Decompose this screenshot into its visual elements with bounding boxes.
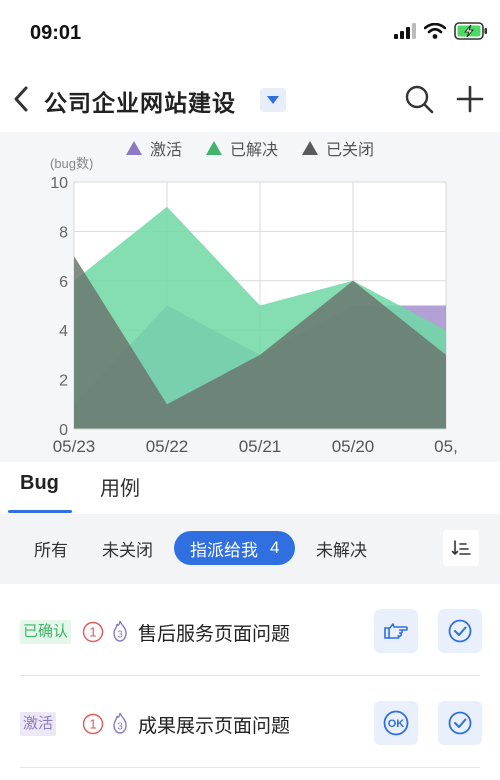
- tab-bug[interactable]: Bug: [20, 472, 59, 495]
- svg-text:1: 1: [89, 625, 96, 640]
- filter-assigned-to-me[interactable]: 指派给我 4: [174, 531, 296, 565]
- filter-all[interactable]: 所有: [34, 536, 68, 561]
- project-dropdown-icon[interactable]: [260, 88, 286, 112]
- x-tick-label: 05/23: [53, 437, 96, 456]
- y-axis-unit: (bug数): [50, 156, 93, 171]
- tab-bar: Bug 用例: [0, 462, 500, 514]
- svg-text:OK: OK: [388, 718, 405, 730]
- status-badge: 已确认: [20, 620, 72, 644]
- hand-pointing-icon: [384, 623, 408, 639]
- x-tick-label: 05,: [434, 437, 458, 456]
- x-tick-label: 05/22: [146, 437, 189, 456]
- check-circle-icon: [448, 711, 472, 735]
- nav-bar: 公司企业网站建设: [0, 70, 500, 132]
- confirm-button[interactable]: OK: [374, 701, 418, 745]
- filter-bar: 所有 未关闭 指派给我 4 未解决: [0, 514, 500, 584]
- svg-text:1: 1: [89, 717, 96, 732]
- sort-button[interactable]: [443, 530, 479, 566]
- search-icon[interactable]: [404, 84, 434, 114]
- resolve-button[interactable]: [438, 609, 482, 653]
- assign-button[interactable]: [374, 609, 418, 653]
- y-tick-label: 8: [59, 224, 68, 241]
- check-circle-icon: [448, 619, 472, 643]
- bug-title[interactable]: 成果展示页面问题: [138, 711, 290, 738]
- row-divider: [20, 767, 480, 768]
- tab-active-indicator: [8, 510, 72, 513]
- filter-unclosed[interactable]: 未关闭: [102, 536, 153, 561]
- y-tick-label: 2: [59, 373, 68, 390]
- bug-list-item[interactable]: 已确认 1 3 售后服务页面问题: [0, 584, 500, 676]
- x-tick-label: 05/20: [332, 437, 375, 456]
- svg-text:3: 3: [117, 630, 123, 641]
- project-title[interactable]: 公司企业网站建设: [44, 84, 236, 118]
- y-tick-label: 6: [59, 274, 68, 291]
- chart-plot: 024681005/23 05/22 05/21 05/20 05,(bug数): [50, 156, 458, 456]
- status-icons: [394, 22, 488, 40]
- wifi-icon: [424, 23, 446, 39]
- x-tick-label: 05/21: [239, 437, 282, 456]
- svg-text:3: 3: [117, 722, 123, 733]
- bug-list-item[interactable]: 激活 1 3 成果展示页面问题 OK: [0, 676, 500, 768]
- y-tick-label: 10: [50, 175, 68, 192]
- severity-icon: 1: [82, 621, 104, 643]
- tab-case[interactable]: 用例: [100, 472, 140, 501]
- filter-assigned-count: 4: [270, 538, 280, 557]
- priority-flame-icon: 3: [113, 620, 127, 642]
- back-icon[interactable]: [8, 82, 34, 116]
- resolve-button[interactable]: [438, 701, 482, 745]
- status-bar: 09:01: [0, 0, 500, 70]
- add-icon[interactable]: [456, 84, 484, 114]
- filter-unresolved[interactable]: 未解决: [316, 536, 367, 561]
- severity-icon: 1: [82, 713, 104, 735]
- ok-icon: OK: [383, 710, 409, 736]
- bug-trend-chart: 激活 已解决 已关闭 0 2 4 6 8 10 05/23 05/22 05/21 05/20 05…: [0, 132, 500, 462]
- status-badge: 激活: [20, 712, 57, 736]
- bug-title[interactable]: 售后服务页面问题: [138, 619, 290, 646]
- battery-charging-icon: [454, 22, 487, 40]
- sort-icon: [451, 540, 471, 555]
- status-time: 09:01: [30, 22, 82, 44]
- filter-assigned-label: 指派给我: [190, 540, 258, 560]
- y-tick-label: 4: [59, 323, 68, 340]
- cellular-signal-icon: [394, 23, 416, 39]
- priority-flame-icon: 3: [113, 712, 127, 734]
